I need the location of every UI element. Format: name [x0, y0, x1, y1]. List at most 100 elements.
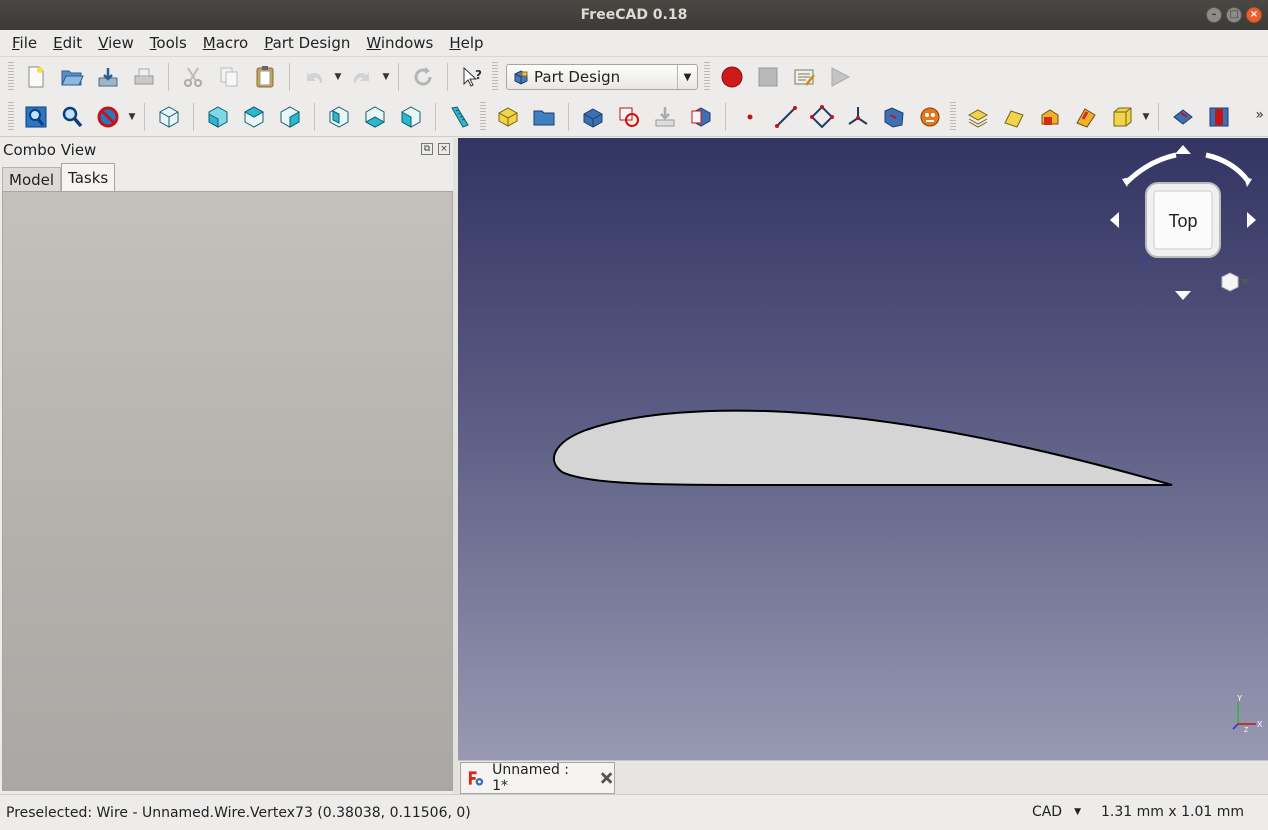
create-sketch-button[interactable] — [878, 101, 910, 133]
draw-style-dropdown[interactable]: ▼ — [126, 101, 138, 133]
status-message: Preselected: Wire - Unnamed.Wire.Vertex7… — [6, 804, 471, 821]
macro-run-button[interactable] — [824, 61, 856, 93]
view-menu-cube-icon[interactable] — [1221, 272, 1250, 292]
close-window-button[interactable]: × — [1246, 7, 1262, 23]
close-icon[interactable] — [599, 770, 614, 786]
macro-edit-button[interactable] — [788, 61, 820, 93]
pan-right-arrow — [1247, 212, 1256, 228]
print-button[interactable] — [128, 61, 160, 93]
redo-button[interactable] — [346, 61, 378, 93]
toolbar-grip[interactable] — [8, 62, 14, 92]
left-view-button[interactable] — [395, 101, 427, 133]
paste-button[interactable] — [249, 61, 281, 93]
tab-model[interactable]: Model — [2, 167, 62, 191]
datum-point-button[interactable] — [734, 101, 766, 133]
isometric-view-button[interactable] — [153, 101, 185, 133]
datum-line-button[interactable] — [770, 101, 802, 133]
fit-selection-button[interactable] — [56, 101, 88, 133]
toolbar-grip[interactable] — [492, 62, 498, 92]
groove-button[interactable] — [1070, 101, 1102, 133]
maximize-button[interactable]: □ — [1226, 7, 1242, 23]
rotate-right-arrow — [1205, 152, 1250, 183]
measure-icon — [451, 105, 469, 128]
freecad-document-icon — [468, 771, 484, 786]
close-panel-button[interactable]: × — [438, 143, 450, 155]
rear-view-button[interactable] — [323, 101, 355, 133]
toolbar-overflow-button[interactable]: » — [1255, 107, 1264, 123]
menu-macro[interactable]: Macro — [195, 34, 256, 52]
chevron-down-icon[interactable]: ▼ — [1074, 807, 1081, 817]
open-button[interactable] — [56, 61, 88, 93]
clone-button[interactable] — [613, 101, 645, 133]
cut-button[interactable] — [177, 61, 209, 93]
mirror-button[interactable] — [1167, 101, 1199, 133]
svg-text:?: ? — [475, 68, 482, 82]
undo-dropdown[interactable]: ▼ — [332, 61, 344, 93]
copy-button[interactable] — [213, 61, 245, 93]
additive-loft-button[interactable] — [962, 101, 994, 133]
undo-button[interactable] — [298, 61, 330, 93]
additive-pipe-button[interactable] — [998, 101, 1030, 133]
right-view-button[interactable] — [274, 101, 306, 133]
create-sketch-icon — [920, 107, 940, 126]
hole-button[interactable] — [1203, 101, 1235, 133]
draw-style-button[interactable] — [92, 101, 124, 133]
sub-shape-binder-icon — [691, 106, 711, 127]
toolbar-grip[interactable] — [8, 101, 14, 132]
navigation-cube[interactable]: Top Z — [1108, 143, 1258, 303]
front-view-button[interactable] — [202, 101, 234, 133]
minimize-button[interactable]: – — [1206, 7, 1222, 23]
shape-binder-button[interactable] — [649, 101, 681, 133]
whats-this-icon: ? — [463, 66, 482, 87]
menu-file[interactable]: File — [4, 34, 45, 52]
menu-edit[interactable]: Edit — [45, 34, 90, 52]
float-panel-button[interactable]: ⧉ — [421, 143, 433, 155]
refresh-button[interactable] — [407, 61, 439, 93]
macro-record-button[interactable] — [716, 61, 748, 93]
additive-box-icon — [1113, 107, 1132, 126]
toolbar-grip[interactable] — [480, 101, 486, 132]
fit-all-button[interactable] — [20, 101, 52, 133]
datum-plane-button[interactable] — [806, 101, 838, 133]
bottom-view-button[interactable] — [359, 101, 391, 133]
additive-box-button[interactable] — [1106, 101, 1138, 133]
whats-this-button[interactable]: ? — [456, 61, 488, 93]
workbench-selector[interactable]: Part Design ▼ — [506, 64, 698, 90]
top-view-button[interactable] — [238, 101, 270, 133]
pad-button[interactable] — [577, 101, 609, 133]
sub-shape-binder-button[interactable] — [685, 101, 717, 133]
measure-button[interactable] — [444, 101, 476, 133]
toolbar-grip[interactable] — [704, 62, 710, 92]
save-button[interactable] — [92, 61, 124, 93]
airfoil-wire[interactable] — [553, 409, 1173, 486]
tab-tasks[interactable]: Tasks — [61, 163, 116, 191]
bottom-view-icon — [364, 105, 386, 128]
redo-dropdown[interactable]: ▼ — [380, 61, 392, 93]
revolution-button[interactable] — [1034, 101, 1066, 133]
menu-windows[interactable]: Windows — [358, 34, 441, 52]
3d-viewport[interactable]: Top Z Y X Z — [458, 138, 1268, 760]
additive-primitive-dropdown[interactable]: ▼ — [1140, 101, 1152, 133]
new-document-button[interactable] — [20, 61, 52, 93]
isometric-icon — [159, 105, 179, 128]
menu-tools[interactable]: Tools — [142, 34, 195, 52]
toolbar-grip[interactable] — [950, 101, 956, 132]
validate-sketch-button[interactable] — [914, 101, 946, 133]
clone-icon — [619, 107, 639, 127]
macro-stop-button[interactable] — [752, 61, 784, 93]
create-body-button[interactable] — [492, 101, 524, 133]
menu-help[interactable]: Help — [441, 34, 491, 52]
menu-part-design[interactable]: Part Design — [256, 34, 358, 52]
status-right: CAD ▼ 1.31 mm x 1.01 mm — [1032, 804, 1244, 820]
status-bar: Preselected: Wire - Unnamed.Wire.Vertex7… — [0, 794, 1268, 830]
print-icon — [134, 68, 154, 85]
document-tab[interactable]: Unnamed : 1* — [460, 762, 615, 794]
new-icon — [28, 66, 44, 88]
macro-stop-icon — [758, 67, 778, 87]
navigation-style-selector[interactable]: CAD — [1032, 804, 1062, 820]
local-coordinate-system-button[interactable] — [842, 101, 874, 133]
macro-edit-icon — [794, 69, 815, 86]
part-icon — [533, 110, 555, 125]
create-part-button[interactable] — [528, 101, 560, 133]
menu-view[interactable]: View — [90, 34, 142, 52]
